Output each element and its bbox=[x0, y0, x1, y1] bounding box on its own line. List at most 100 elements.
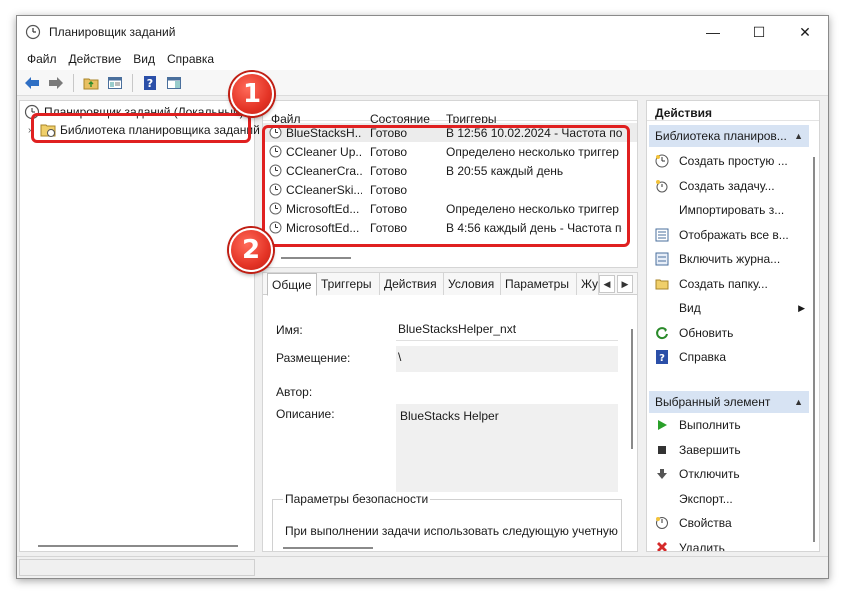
action-label: Создать простую ... bbox=[679, 154, 788, 168]
step-badge-1: 1 bbox=[230, 72, 274, 116]
tab-scroll-right-icon[interactable]: ▶ bbox=[617, 275, 633, 293]
action-label: Завершить bbox=[679, 442, 741, 457]
enable-log-icon bbox=[655, 252, 669, 266]
actions-header: Действия bbox=[647, 101, 819, 121]
toolbar: ? bbox=[17, 70, 828, 96]
close-button[interactable]: ✕ bbox=[782, 16, 828, 48]
help-icon: ? bbox=[655, 350, 669, 364]
action-item[interactable]: Создать простую ... bbox=[647, 150, 807, 172]
action-item[interactable]: ? Справка bbox=[647, 346, 807, 368]
help-icon[interactable]: ? bbox=[139, 72, 161, 94]
security-options-title: Параметры безопасности bbox=[283, 492, 431, 506]
step-badge-2: 2 bbox=[229, 228, 273, 272]
action-item[interactable]: Свойства bbox=[647, 512, 807, 534]
properties-icon[interactable] bbox=[104, 72, 126, 94]
show-all-icon bbox=[655, 228, 669, 242]
actions-section-library[interactable]: Библиотека планиров... ▲ bbox=[649, 125, 809, 147]
actions-section-library-label: Библиотека планиров... bbox=[655, 129, 787, 143]
back-arrow-icon[interactable] bbox=[21, 72, 43, 94]
properties-icon bbox=[655, 516, 669, 530]
action-label: Создать задачу... bbox=[679, 178, 775, 193]
action-item[interactable]: Отключить bbox=[647, 463, 807, 485]
refresh-icon bbox=[655, 326, 669, 340]
menu-view[interactable]: Вид bbox=[127, 52, 161, 66]
toolbar-separator bbox=[132, 73, 133, 92]
action-item[interactable]: Выполнить bbox=[647, 414, 807, 436]
location-label: Размещение: bbox=[276, 351, 351, 365]
menu-action[interactable]: Действие bbox=[63, 52, 128, 66]
action-item[interactable]: Вид ▶ bbox=[647, 297, 807, 319]
collapse-icon[interactable]: ▲ bbox=[794, 397, 803, 407]
details-tabs: Общие Триггеры Действия Условия Параметр… bbox=[263, 273, 637, 296]
status-bar bbox=[17, 556, 828, 578]
action-label: Экспорт... bbox=[679, 491, 733, 506]
tab-conditions[interactable]: Условия bbox=[444, 273, 501, 295]
name-field[interactable]: BlueStacksHelper_nxt bbox=[396, 318, 618, 341]
create-task-icon bbox=[655, 179, 669, 193]
horizontal-scrollbar[interactable] bbox=[38, 545, 238, 547]
toolbar-separator bbox=[73, 73, 74, 92]
horizontal-scrollbar[interactable] bbox=[283, 547, 373, 549]
panel-icon[interactable] bbox=[163, 72, 185, 94]
action-label: Справка bbox=[679, 350, 727, 364]
vertical-scrollbar[interactable] bbox=[631, 329, 633, 449]
tree-panel: Планировщик заданий (Локальный) › Библио… bbox=[19, 100, 260, 552]
action-item[interactable]: Создать задачу... bbox=[647, 175, 807, 197]
action-item[interactable]: Обновить bbox=[647, 322, 807, 344]
action-label: Удалить bbox=[679, 540, 725, 552]
action-item[interactable]: Завершить bbox=[647, 439, 807, 461]
title-bar: Планировщик заданий — ☐ ✕ bbox=[17, 16, 828, 48]
stop-icon bbox=[655, 443, 669, 457]
action-label: Импортировать з... bbox=[679, 203, 785, 217]
folder-up-icon[interactable] bbox=[80, 72, 102, 94]
description-label: Описание: bbox=[276, 407, 335, 421]
task-scheduler-window: Планировщик заданий — ☐ ✕ Файл Действие … bbox=[16, 15, 829, 579]
tab-settings[interactable]: Параметры bbox=[501, 273, 577, 295]
menu-help[interactable]: Справка bbox=[161, 52, 220, 66]
vertical-scrollbar[interactable] bbox=[813, 157, 815, 542]
tab-scroll-left-icon[interactable]: ◀ bbox=[599, 275, 615, 293]
task-list-header: Файл Состояние Триггеры bbox=[263, 101, 637, 126]
tab-actions[interactable]: Действия bbox=[380, 273, 444, 295]
action-label: Обновить bbox=[679, 325, 734, 340]
menu-file[interactable]: Файл bbox=[21, 52, 63, 66]
forward-arrow-icon[interactable] bbox=[45, 72, 67, 94]
action-label: Отключить bbox=[679, 467, 740, 481]
delete-icon bbox=[655, 541, 669, 551]
horizontal-scrollbar[interactable] bbox=[281, 257, 351, 259]
action-item[interactable]: Удалить bbox=[647, 537, 807, 552]
window-title: Планировщик заданий bbox=[49, 25, 176, 39]
minimize-button[interactable]: — bbox=[690, 16, 736, 48]
location-field[interactable]: \ bbox=[396, 346, 618, 372]
tab-triggers[interactable]: Триггеры bbox=[317, 273, 380, 295]
action-label: Создать папку... bbox=[679, 276, 768, 291]
collapse-icon[interactable]: ▲ bbox=[794, 131, 803, 141]
disable-icon bbox=[655, 467, 669, 481]
status-cell bbox=[19, 559, 255, 576]
task-details: Общие Триггеры Действия Условия Параметр… bbox=[262, 272, 638, 552]
run-icon bbox=[655, 418, 669, 432]
clock-icon bbox=[25, 24, 41, 40]
highlight-library bbox=[31, 113, 251, 143]
action-item[interactable]: Отображать все в... bbox=[647, 224, 807, 246]
maximize-button[interactable]: ☐ bbox=[736, 16, 782, 48]
action-item[interactable]: Экспорт... bbox=[647, 488, 807, 510]
svg-text:?: ? bbox=[147, 77, 153, 90]
create-basic-task-icon bbox=[655, 154, 669, 168]
security-options-group: Параметры безопасности При выполнении за… bbox=[272, 492, 622, 551]
menu-bar: Файл Действие Вид Справка bbox=[17, 48, 828, 70]
highlight-task-list bbox=[262, 125, 630, 247]
action-item[interactable]: Импортировать з... bbox=[647, 199, 807, 221]
tab-history[interactable]: Жу bbox=[577, 273, 599, 295]
action-item[interactable]: Создать папку... bbox=[647, 273, 807, 295]
actions-pane: Действия Библиотека планиров... ▲ Создат… bbox=[646, 100, 820, 552]
tab-general[interactable]: Общие bbox=[267, 273, 317, 296]
action-label: Выполнить bbox=[679, 418, 741, 432]
action-item[interactable]: Включить журна... bbox=[647, 248, 807, 270]
new-folder-icon bbox=[655, 277, 669, 291]
author-label: Автор: bbox=[276, 385, 313, 399]
actions-section-selected-label: Выбранный элемент bbox=[655, 395, 771, 409]
actions-section-selected[interactable]: Выбранный элемент ▲ bbox=[649, 391, 809, 413]
description-field[interactable]: BlueStacks Helper bbox=[396, 404, 618, 492]
name-label: Имя: bbox=[276, 323, 303, 337]
